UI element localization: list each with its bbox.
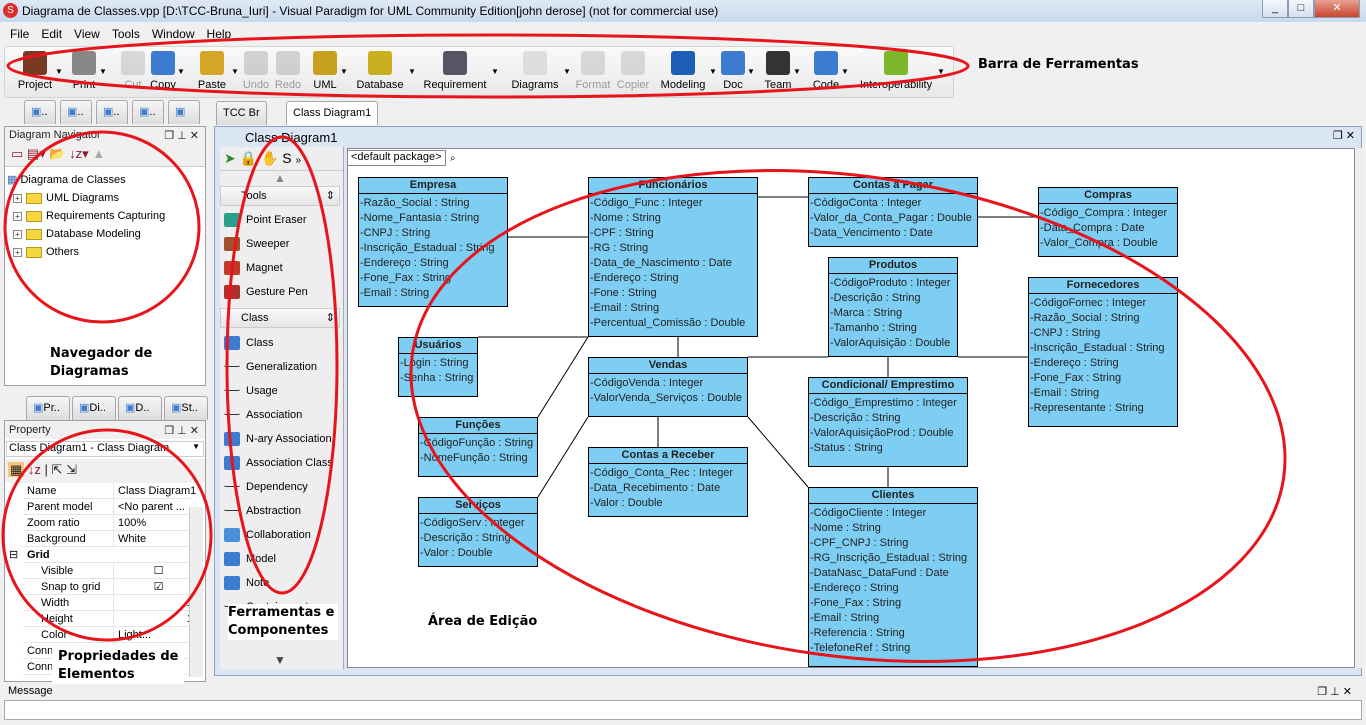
class-attribute: -CNPJ : String <box>1030 327 1101 339</box>
class-attribute: -CódigoServ : Integer <box>420 517 525 529</box>
association-funcionários-funções[interactable] <box>537 336 589 418</box>
class-attribute: -Email : String <box>360 287 430 299</box>
class-attribute: -CódigoCliente : Integer <box>810 507 927 519</box>
annotation-editor: Área de Edição <box>428 614 538 629</box>
class-attribute: -Email : String <box>810 612 880 624</box>
class-attribute: -Endereço : String <box>1030 357 1119 369</box>
annotation-tools: Ferramentas e Componentes <box>228 604 338 640</box>
class-name: Funcionários <box>589 178 757 194</box>
uml-class[interactable]: Compras -Código_Compra : Integer -Data_Com… <box>1038 187 1178 257</box>
class-attribute: -Código_Emprestimo : Integer <box>810 397 957 409</box>
class-attribute: -CNPJ : String <box>360 227 431 239</box>
association-vendas-clientes[interactable] <box>747 416 809 488</box>
class-attribute: -Descrição : String <box>810 412 901 424</box>
uml-class[interactable]: Funções -CódigoFunção : String -NomeFunção… <box>418 417 538 477</box>
class-attribute: -Email : String <box>1030 387 1100 399</box>
class-attribute: -Código_Conta_Rec : Integer <box>590 467 734 479</box>
class-name: Contas a Pagar <box>809 178 977 194</box>
class-attribute: -Referencia : String <box>810 627 905 639</box>
annotation-line: Ferramentas e <box>228 605 335 620</box>
class-attribute: -ValorVenda_Serviços : Double <box>590 392 743 404</box>
class-attribute: -CódigoVenda : Integer <box>590 377 704 389</box>
panel-controls-icon[interactable]: ❐ ⊥ ✕ <box>1317 685 1352 698</box>
class-attribute: -Data_Compra : Date <box>1040 222 1145 234</box>
class-name: Produtos <box>829 258 957 274</box>
class-name: Fornecedores <box>1029 278 1177 294</box>
class-attribute: -DataNasc_DataFund : Date <box>810 567 949 579</box>
class-attribute: -Fone_Fax : String <box>360 272 452 284</box>
uml-class[interactable]: Clientes -CódigoCliente : Integer -Nome : … <box>808 487 978 667</box>
class-name: Condicional/ Emprestimo <box>809 378 967 394</box>
class-attribute: -Nome_Fantasia : String <box>360 212 480 224</box>
class-attribute: -Inscrição_Estadual : String <box>360 242 495 254</box>
class-attribute: -Valor : Double <box>590 497 663 509</box>
class-attribute: -CPF_CNPJ : String <box>810 537 909 549</box>
uml-class[interactable]: Fornecedores -CódigoFornec : Integer -Razã… <box>1028 277 1178 427</box>
class-attribute: -Data_de_Nascimento : Date <box>590 257 732 269</box>
class-attribute: -Email : String <box>590 302 660 314</box>
class-attribute: -Senha : String <box>400 372 474 384</box>
uml-class[interactable]: Usuários -Login : String -Senha : String <box>398 337 478 397</box>
class-attribute: -Razão_Social : String <box>360 197 470 209</box>
uml-class[interactable]: Condicional/ Emprestimo -Código_Emprestim… <box>808 377 968 467</box>
class-attribute: -CódigoFunção : String <box>420 437 534 449</box>
class-attribute: -Endereço : String <box>590 272 679 284</box>
class-attribute: -CódigoConta : Integer <box>810 197 922 209</box>
class-name: Empresa <box>359 178 507 194</box>
class-attribute: -Código_Func : Integer <box>590 197 703 209</box>
class-attribute: -Percentual_Comissão : Double <box>590 317 746 329</box>
class-attribute: -Descrição : String <box>830 292 921 304</box>
class-name: Clientes <box>809 488 977 504</box>
class-attribute: -Data_Vencimento : Date <box>810 227 933 239</box>
class-attribute: -Fone_Fax : String <box>810 597 902 609</box>
class-attribute: -NomeFunção : String <box>420 452 528 464</box>
class-attribute: -Endereço : String <box>810 582 899 594</box>
message-panel: Message ❐ ⊥ ✕ <box>0 682 1366 725</box>
class-name: Contas a Receber <box>589 448 747 464</box>
uml-class[interactable]: Contas a Receber -Código_Conta_Rec : Inte… <box>588 447 748 517</box>
class-attribute: -ValorAquisição : Double <box>830 337 951 349</box>
class-attribute: -Tamanho : String <box>830 322 917 334</box>
association-vendas-serviços[interactable] <box>537 416 589 498</box>
class-attribute: -CódigoProduto : Integer <box>830 277 951 289</box>
class-attribute: -RG_Inscrição_Estadual : String <box>810 552 968 564</box>
class-attribute: -TelefoneRef : String <box>810 642 911 654</box>
uml-class[interactable]: Vendas -CódigoVenda : Integer -ValorVenda_… <box>588 357 748 417</box>
class-attribute: -Representante : String <box>1030 402 1144 414</box>
class-attribute: -Valor_da_Conta_Pagar : Double <box>810 212 972 224</box>
class-attribute: -Fone_Fax : String <box>1030 372 1122 384</box>
class-attribute: -Inscrição_Estadual : String <box>1030 342 1165 354</box>
uml-class[interactable]: Serviços -CódigoServ : Integer -Descrição … <box>418 497 538 567</box>
class-attribute: -RG : String <box>590 242 649 254</box>
class-attribute: -Endereço : String <box>360 257 449 269</box>
uml-class[interactable]: Empresa -Razão_Social : String -Nome_Fanta… <box>358 177 508 307</box>
class-attribute: -Nome : String <box>590 212 661 224</box>
class-name: Usuários <box>399 338 477 354</box>
class-attribute: -Marca : String <box>830 307 903 319</box>
class-name: Vendas <box>589 358 747 374</box>
uml-class[interactable]: Contas a Pagar -CódigoConta : Integer -Val… <box>808 177 978 247</box>
annotation-line: Componentes <box>228 623 329 638</box>
class-attribute: -Descrição : String <box>420 532 511 544</box>
class-attribute: -Fone : String <box>590 287 657 299</box>
class-name: Compras <box>1039 188 1177 204</box>
class-attribute: -Nome : String <box>810 522 881 534</box>
class-attribute: -CódigoFornec : Integer <box>1030 297 1147 309</box>
class-attribute: -Código_Compra : Integer <box>1040 207 1168 219</box>
class-name: Funções <box>419 418 537 434</box>
class-name: Serviços <box>419 498 537 514</box>
class-attribute: -Razão_Social : String <box>1030 312 1140 324</box>
message-area <box>4 700 1362 720</box>
class-attribute: -CPF : String <box>590 227 654 239</box>
class-attribute: -ValorAquisiçãoProd : Double <box>810 427 954 439</box>
class-attribute: -Data_Recebimento : Date <box>590 482 721 494</box>
class-attribute: -Status : String <box>810 442 883 454</box>
class-attribute: -Valor_Compra : Double <box>1040 237 1158 249</box>
class-attribute: -Login : String <box>400 357 469 369</box>
uml-class[interactable]: Produtos -CódigoProduto : Integer -Descriç… <box>828 257 958 357</box>
uml-class[interactable]: Funcionários -Código_Func : Integer -Nome … <box>588 177 758 337</box>
message-title: Message <box>8 685 53 697</box>
class-attribute: -Valor : Double <box>420 547 493 559</box>
